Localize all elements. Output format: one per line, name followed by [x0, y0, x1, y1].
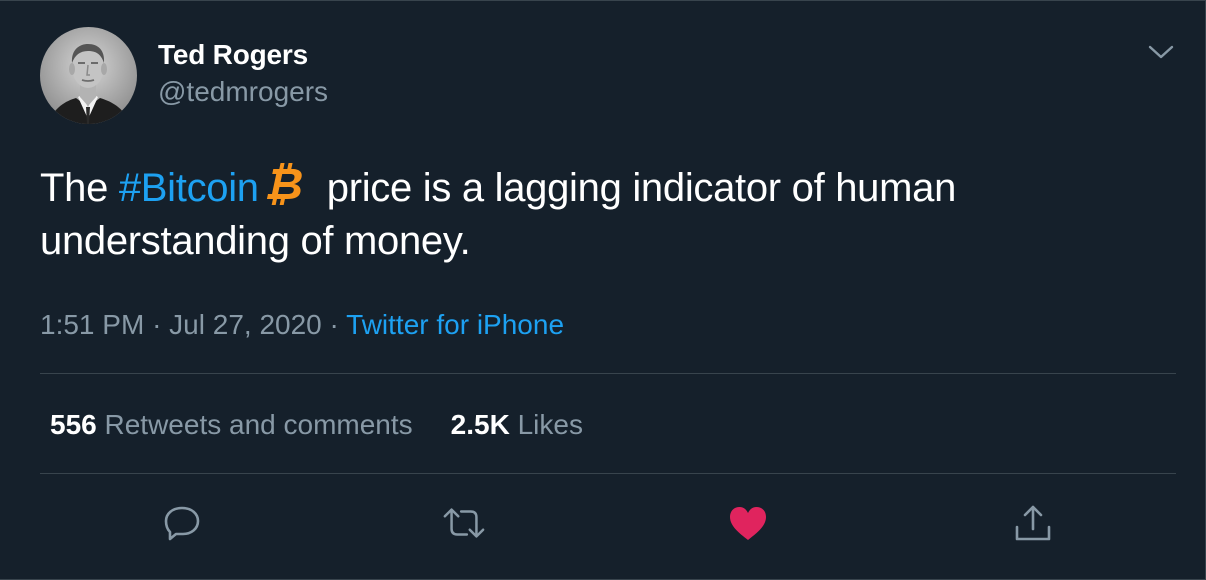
retweets-label: Retweets and comments: [104, 409, 413, 440]
meta-separator: ·: [329, 309, 339, 340]
more-options-button[interactable]: [1146, 39, 1176, 65]
hashtag-link[interactable]: #Bitcoin: [119, 166, 259, 210]
heart-icon: [730, 507, 766, 540]
share-icon: [1015, 505, 1051, 541]
tweet-text-before: The: [40, 166, 119, 210]
retweet-icon: [443, 508, 485, 538]
tweet-source-link[interactable]: Twitter for iPhone: [346, 309, 564, 340]
retweets-count: 556: [50, 409, 97, 440]
tweet-text: The #Bitcoin price is a lagging indicato…: [40, 161, 1170, 268]
tweet-time[interactable]: 1:51 PM: [40, 309, 144, 340]
divider: [40, 373, 1176, 374]
author-block[interactable]: Ted Rogers @tedmrogers: [158, 37, 328, 111]
bitcoin-icon: [259, 161, 305, 205]
chevron-down-icon: [1148, 45, 1174, 59]
tweet-card: Ted Rogers @tedmrogers The #Bitcoin pric…: [0, 0, 1206, 580]
retweets-stat[interactable]: 556 Retweets and comments: [50, 406, 413, 444]
share-button[interactable]: [1011, 501, 1055, 545]
reply-icon: [164, 506, 200, 541]
avatar[interactable]: [40, 27, 137, 124]
likes-stat[interactable]: 2.5K Likes: [451, 406, 583, 444]
author-name[interactable]: Ted Rogers: [158, 37, 328, 73]
likes-label: Likes: [517, 409, 583, 440]
tweet-date[interactable]: Jul 27, 2020: [169, 309, 322, 340]
meta-separator: ·: [152, 309, 162, 340]
avatar-portrait: [40, 27, 137, 124]
retweet-button[interactable]: [442, 501, 486, 545]
tweet-meta: 1:51 PM · Jul 27, 2020 · Twitter for iPh…: [40, 306, 564, 344]
reply-button[interactable]: [160, 501, 204, 545]
divider: [40, 473, 1176, 474]
author-handle[interactable]: @tedmrogers: [158, 73, 328, 111]
like-button[interactable]: [726, 501, 770, 545]
likes-count: 2.5K: [450, 409, 510, 440]
tweet-stats: 556 Retweets and comments 2.5K Likes: [50, 406, 583, 444]
